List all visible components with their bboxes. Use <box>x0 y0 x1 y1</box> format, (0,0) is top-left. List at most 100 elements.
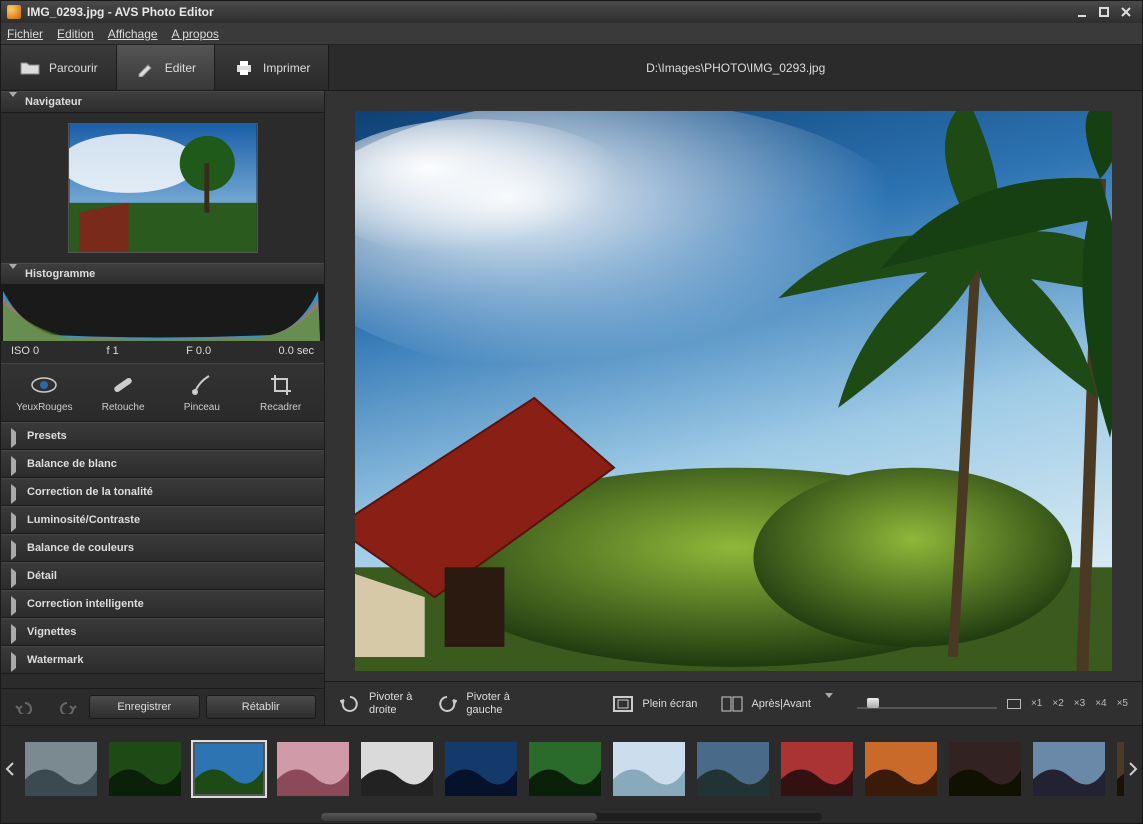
sidebar: Navigateur Histogramme <box>1 91 325 725</box>
accordion-item[interactable]: Correction intelligente <box>1 590 324 618</box>
filmstrip-thumbnail[interactable] <box>1115 740 1124 798</box>
pencil-icon <box>135 58 157 78</box>
accordion-item[interactable]: Détail <box>1 562 324 590</box>
title-bar: IMG_0293.jpg - AVS Photo Editor <box>1 1 1142 23</box>
tool-retouch-label: Retouche <box>102 402 145 413</box>
filmstrip-thumbnail[interactable] <box>695 740 771 798</box>
histo-iso: ISO 0 <box>11 345 39 357</box>
chevron-down-icon <box>9 97 19 107</box>
navigator-panel <box>1 113 324 263</box>
brush-icon <box>187 372 217 398</box>
accordion-item[interactable]: Balance de blanc <box>1 450 324 478</box>
tool-crop[interactable]: Recadrer <box>246 372 316 413</box>
before-after-button[interactable]: Après|Avant <box>721 693 833 715</box>
menu-bar: Fichier Edition Affichage A propos <box>1 23 1142 45</box>
redo-button[interactable] <box>49 695 83 719</box>
fullscreen-button[interactable]: Plein écran <box>612 693 697 715</box>
zoom-slider[interactable] <box>857 694 997 714</box>
panel-histogram-header[interactable]: Histogramme <box>1 263 324 285</box>
filmstrip-prev[interactable] <box>1 726 19 811</box>
panel-navigator-header[interactable]: Navigateur <box>1 91 324 113</box>
tab-edit-label: Editer <box>165 61 196 75</box>
crop-icon <box>266 372 296 398</box>
accordion-item[interactable]: Presets <box>1 422 324 450</box>
filmstrip-thumbnail[interactable] <box>191 740 267 798</box>
menu-edit[interactable]: Edition <box>57 27 94 41</box>
accordion-label: Correction de la tonalité <box>27 486 153 498</box>
filmstrip-scrollbar[interactable] <box>1 811 1142 823</box>
tab-edit[interactable]: Editer <box>117 45 215 90</box>
accordion-item[interactable]: Balance de couleurs <box>1 534 324 562</box>
tool-brush[interactable]: Pinceau <box>167 372 237 413</box>
histo-shutter: 0.0 sec <box>279 345 314 357</box>
filmstrip-thumbnail[interactable] <box>863 740 939 798</box>
filmstrip-thumbnail[interactable] <box>23 740 99 798</box>
navigator-thumbnail[interactable] <box>68 123 258 253</box>
menu-file[interactable]: Fichier <box>7 27 43 41</box>
zoom-level[interactable]: ×5 <box>1117 698 1128 709</box>
minimize-button[interactable] <box>1072 4 1092 20</box>
accordion-label: Détail <box>27 570 57 582</box>
accordion-label: Correction intelligente <box>27 598 144 610</box>
rotate-right-l1: Pivoter à <box>369 691 412 703</box>
filmstrip-thumbnail[interactable] <box>611 740 687 798</box>
rotate-left-button[interactable]: Pivoter àgauche <box>436 691 509 715</box>
accordion-label: Luminosité/Contraste <box>27 514 140 526</box>
retouch-toolstrip: YeuxRouges Retouche Pinceau Recadrer <box>1 363 324 422</box>
save-button[interactable]: Enregistrer <box>89 695 200 719</box>
revert-button[interactable]: Rétablir <box>206 695 317 719</box>
image-canvas[interactable] <box>325 91 1142 681</box>
filmstrip-thumbnail[interactable] <box>107 740 183 798</box>
filmstrip <box>1 725 1142 811</box>
tool-redeye[interactable]: YeuxRouges <box>9 372 79 413</box>
rotate-left-l2: gauche <box>466 704 502 716</box>
tab-print[interactable]: Imprimer <box>215 45 329 90</box>
zoom-level[interactable]: ×1 <box>1031 698 1042 709</box>
filmstrip-thumbnail[interactable] <box>443 740 519 798</box>
tab-browse[interactable]: Parcourir <box>1 45 117 90</box>
adjustments-accordion: Presets Balance de blanc Correction de la … <box>1 422 324 688</box>
rotate-left-l1: Pivoter à <box>466 691 509 703</box>
accordion-item[interactable]: Vignettes <box>1 618 324 646</box>
filmstrip-next[interactable] <box>1124 726 1142 811</box>
chevron-right-icon <box>11 544 19 552</box>
menu-view[interactable]: Affichage <box>108 27 158 41</box>
accordion-item[interactable]: Luminosité/Contraste <box>1 506 324 534</box>
filmstrip-thumbnail[interactable] <box>275 740 351 798</box>
zoom-level[interactable]: ×2 <box>1052 698 1063 709</box>
filmstrip-thumbnail[interactable] <box>359 740 435 798</box>
accordion-label: Balance de blanc <box>27 458 117 470</box>
app-icon <box>7 5 21 19</box>
zoom-level[interactable]: ×4 <box>1095 698 1106 709</box>
rotate-right-icon <box>339 693 361 715</box>
zoom-level[interactable]: ×3 <box>1074 698 1085 709</box>
filmstrip-thumbnail[interactable] <box>947 740 1023 798</box>
accordion-label: Vignettes <box>27 626 76 638</box>
fullscreen-label: Plein écran <box>642 698 697 710</box>
file-path: D:\Images\PHOTO\IMG_0293.jpg <box>329 45 1142 90</box>
maximize-button[interactable] <box>1094 4 1114 20</box>
accordion-item[interactable]: Watermark <box>1 646 324 674</box>
filmstrip-thumbnail[interactable] <box>779 740 855 798</box>
undo-button[interactable] <box>9 695 43 719</box>
rotate-left-icon <box>436 693 458 715</box>
accordion-item[interactable]: Correction de la tonalité <box>1 478 324 506</box>
tool-retouch[interactable]: Retouche <box>88 372 158 413</box>
chevron-right-icon <box>11 656 19 664</box>
window-title: IMG_0293.jpg - AVS Photo Editor <box>27 5 214 19</box>
fullscreen-icon <box>612 693 634 715</box>
main-photo <box>355 111 1112 671</box>
bandage-icon <box>108 372 138 398</box>
canvas-toolbar: Pivoter àdroite Pivoter àgauche Plein éc… <box>325 681 1142 725</box>
histogram-graph <box>1 285 324 341</box>
split-view-icon <box>721 693 743 715</box>
dropdown-icon <box>825 698 833 710</box>
tool-brush-label: Pinceau <box>184 402 220 413</box>
filmstrip-thumbnail[interactable] <box>1031 740 1107 798</box>
rotate-right-button[interactable]: Pivoter àdroite <box>339 691 412 715</box>
menu-about[interactable]: A propos <box>172 27 219 41</box>
filmstrip-thumbnail[interactable] <box>527 740 603 798</box>
close-button[interactable] <box>1116 4 1136 20</box>
histo-aperture-big: F 0.0 <box>186 345 211 357</box>
zoom-fit-icon[interactable] <box>1007 699 1021 709</box>
